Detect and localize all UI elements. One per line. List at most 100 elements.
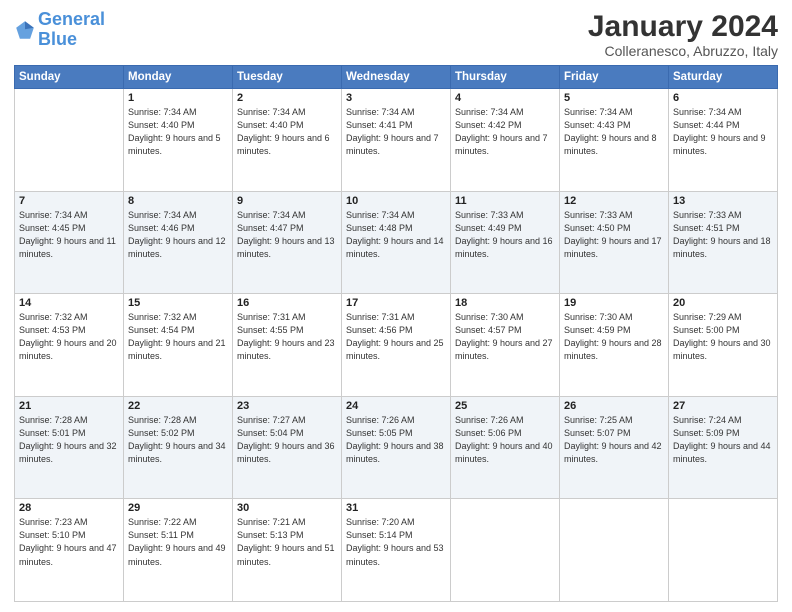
table-row: 7 Sunrise: 7:34 AMSunset: 4:45 PMDaylight… <box>15 191 778 294</box>
calendar-cell: 18 Sunrise: 7:30 AMSunset: 4:57 PMDayligh… <box>451 294 560 397</box>
day-info: Sunrise: 7:34 AMSunset: 4:48 PMDaylight:… <box>346 209 446 261</box>
day-info: Sunrise: 7:28 AMSunset: 5:02 PMDaylight:… <box>128 414 228 466</box>
table-row: 14 Sunrise: 7:32 AMSunset: 4:53 PMDayligh… <box>15 294 778 397</box>
day-info: Sunrise: 7:34 AMSunset: 4:46 PMDaylight:… <box>128 209 228 261</box>
calendar-cell: 22 Sunrise: 7:28 AMSunset: 5:02 PMDayligh… <box>124 396 233 499</box>
day-info: Sunrise: 7:30 AMSunset: 4:57 PMDaylight:… <box>455 311 555 363</box>
calendar-cell: 6 Sunrise: 7:34 AMSunset: 4:44 PMDaylight… <box>669 89 778 192</box>
day-number: 17 <box>346 297 446 309</box>
day-number: 14 <box>19 297 119 309</box>
calendar-cell: 24 Sunrise: 7:26 AMSunset: 5:05 PMDayligh… <box>342 396 451 499</box>
month-title: January 2024 <box>588 10 778 43</box>
day-info: Sunrise: 7:26 AMSunset: 5:05 PMDaylight:… <box>346 414 446 466</box>
calendar-cell: 16 Sunrise: 7:31 AMSunset: 4:55 PMDayligh… <box>233 294 342 397</box>
day-info: Sunrise: 7:31 AMSunset: 4:55 PMDaylight:… <box>237 311 337 363</box>
day-info: Sunrise: 7:29 AMSunset: 5:00 PMDaylight:… <box>673 311 773 363</box>
calendar-cell: 28 Sunrise: 7:23 AMSunset: 5:10 PMDayligh… <box>15 499 124 602</box>
day-number: 5 <box>564 92 664 104</box>
calendar-cell: 30 Sunrise: 7:21 AMSunset: 5:13 PMDayligh… <box>233 499 342 602</box>
header-row: Sunday Monday Tuesday Wednesday Thursday… <box>15 66 778 89</box>
table-row: 1 Sunrise: 7:34 AMSunset: 4:40 PMDaylight… <box>15 89 778 192</box>
calendar-cell: 2 Sunrise: 7:34 AMSunset: 4:40 PMDaylight… <box>233 89 342 192</box>
day-number: 16 <box>237 297 337 309</box>
day-number: 24 <box>346 400 446 412</box>
day-number: 22 <box>128 400 228 412</box>
calendar-cell: 9 Sunrise: 7:34 AMSunset: 4:47 PMDaylight… <box>233 191 342 294</box>
day-number: 23 <box>237 400 337 412</box>
day-number: 18 <box>455 297 555 309</box>
calendar-cell: 26Sunrise: 7:25 AMSunset: 5:07 PMDayligh… <box>560 396 669 499</box>
col-monday: Monday <box>124 66 233 89</box>
day-number: 1 <box>128 92 228 104</box>
header: General Blue January 2024 Colleranesco, … <box>14 10 778 59</box>
calendar-cell: 13 Sunrise: 7:33 AMSunset: 4:51 PMDayligh… <box>669 191 778 294</box>
day-info: Sunrise: 7:24 AMSunset: 5:09 PMDaylight:… <box>673 414 773 466</box>
day-info: Sunrise: 7:32 AMSunset: 4:54 PMDaylight:… <box>128 311 228 363</box>
calendar-cell: 17Sunrise: 7:31 AMSunset: 4:56 PMDayligh… <box>342 294 451 397</box>
day-number: 15 <box>128 297 228 309</box>
day-info: Sunrise: 7:34 AMSunset: 4:47 PMDaylight:… <box>237 209 337 261</box>
title-block: January 2024 Colleranesco, Abruzzo, Ital… <box>588 10 778 59</box>
day-number: 12 <box>564 195 664 207</box>
calendar-cell: 12 Sunrise: 7:33 AMSunset: 4:50 PMDayligh… <box>560 191 669 294</box>
day-number: 13 <box>673 195 773 207</box>
calendar-cell: 14 Sunrise: 7:32 AMSunset: 4:53 PMDayligh… <box>15 294 124 397</box>
calendar-cell <box>669 499 778 602</box>
calendar-cell: 25 Sunrise: 7:26 AMSunset: 5:06 PMDayligh… <box>451 396 560 499</box>
calendar-cell <box>451 499 560 602</box>
day-info: Sunrise: 7:32 AMSunset: 4:53 PMDaylight:… <box>19 311 119 363</box>
logo-blue: Blue <box>38 29 77 49</box>
calendar-cell: 7 Sunrise: 7:34 AMSunset: 4:45 PMDaylight… <box>15 191 124 294</box>
day-info: Sunrise: 7:23 AMSunset: 5:10 PMDaylight:… <box>19 516 119 568</box>
day-info: Sunrise: 7:34 AMSunset: 4:44 PMDaylight:… <box>673 106 773 158</box>
calendar-cell: 5Sunrise: 7:34 AMSunset: 4:43 PMDaylight… <box>560 89 669 192</box>
calendar-cell: 27 Sunrise: 7:24 AMSunset: 5:09 PMDayligh… <box>669 396 778 499</box>
day-number: 25 <box>455 400 555 412</box>
calendar-cell: 3 Sunrise: 7:34 AMSunset: 4:41 PMDaylight… <box>342 89 451 192</box>
day-info: Sunrise: 7:21 AMSunset: 5:13 PMDaylight:… <box>237 516 337 568</box>
day-number: 10 <box>346 195 446 207</box>
col-wednesday: Wednesday <box>342 66 451 89</box>
location-title: Colleranesco, Abruzzo, Italy <box>588 43 778 59</box>
calendar-cell <box>15 89 124 192</box>
day-info: Sunrise: 7:34 AMSunset: 4:42 PMDaylight:… <box>455 106 555 158</box>
day-number: 9 <box>237 195 337 207</box>
day-number: 3 <box>346 92 446 104</box>
day-info: Sunrise: 7:28 AMSunset: 5:01 PMDaylight:… <box>19 414 119 466</box>
day-number: 4 <box>455 92 555 104</box>
day-number: 2 <box>237 92 337 104</box>
day-info: Sunrise: 7:26 AMSunset: 5:06 PMDaylight:… <box>455 414 555 466</box>
logo: General Blue <box>14 10 105 50</box>
logo-general: General <box>38 9 105 29</box>
day-info: Sunrise: 7:25 AMSunset: 5:07 PMDaylight:… <box>564 414 664 466</box>
calendar-cell: 31 Sunrise: 7:20 AMSunset: 5:14 PMDayligh… <box>342 499 451 602</box>
day-info: Sunrise: 7:27 AMSunset: 5:04 PMDaylight:… <box>237 414 337 466</box>
calendar-cell: 8Sunrise: 7:34 AMSunset: 4:46 PMDaylight… <box>124 191 233 294</box>
calendar-cell: 4 Sunrise: 7:34 AMSunset: 4:42 PMDaylight… <box>451 89 560 192</box>
calendar-cell: 11Sunrise: 7:33 AMSunset: 4:49 PMDayligh… <box>451 191 560 294</box>
table-row: 28 Sunrise: 7:23 AMSunset: 5:10 PMDayligh… <box>15 499 778 602</box>
day-info: Sunrise: 7:34 AMSunset: 4:41 PMDaylight:… <box>346 106 446 158</box>
col-thursday: Thursday <box>451 66 560 89</box>
day-info: Sunrise: 7:33 AMSunset: 4:51 PMDaylight:… <box>673 209 773 261</box>
day-number: 27 <box>673 400 773 412</box>
day-info: Sunrise: 7:34 AMSunset: 4:40 PMDaylight:… <box>128 106 228 158</box>
day-info: Sunrise: 7:33 AMSunset: 4:50 PMDaylight:… <box>564 209 664 261</box>
calendar-cell <box>560 499 669 602</box>
calendar-cell: 1 Sunrise: 7:34 AMSunset: 4:40 PMDaylight… <box>124 89 233 192</box>
day-info: Sunrise: 7:20 AMSunset: 5:14 PMDaylight:… <box>346 516 446 568</box>
day-number: 20 <box>673 297 773 309</box>
day-number: 19 <box>564 297 664 309</box>
logo-icon <box>14 19 36 41</box>
day-number: 7 <box>19 195 119 207</box>
day-info: Sunrise: 7:34 AMSunset: 4:40 PMDaylight:… <box>237 106 337 158</box>
day-number: 28 <box>19 502 119 514</box>
day-number: 6 <box>673 92 773 104</box>
calendar-cell: 20 Sunrise: 7:29 AMSunset: 5:00 PMDayligh… <box>669 294 778 397</box>
calendar-cell: 19 Sunrise: 7:30 AMSunset: 4:59 PMDayligh… <box>560 294 669 397</box>
day-number: 30 <box>237 502 337 514</box>
day-info: Sunrise: 7:30 AMSunset: 4:59 PMDaylight:… <box>564 311 664 363</box>
day-number: 31 <box>346 502 446 514</box>
col-sunday: Sunday <box>15 66 124 89</box>
day-info: Sunrise: 7:34 AMSunset: 4:45 PMDaylight:… <box>19 209 119 261</box>
